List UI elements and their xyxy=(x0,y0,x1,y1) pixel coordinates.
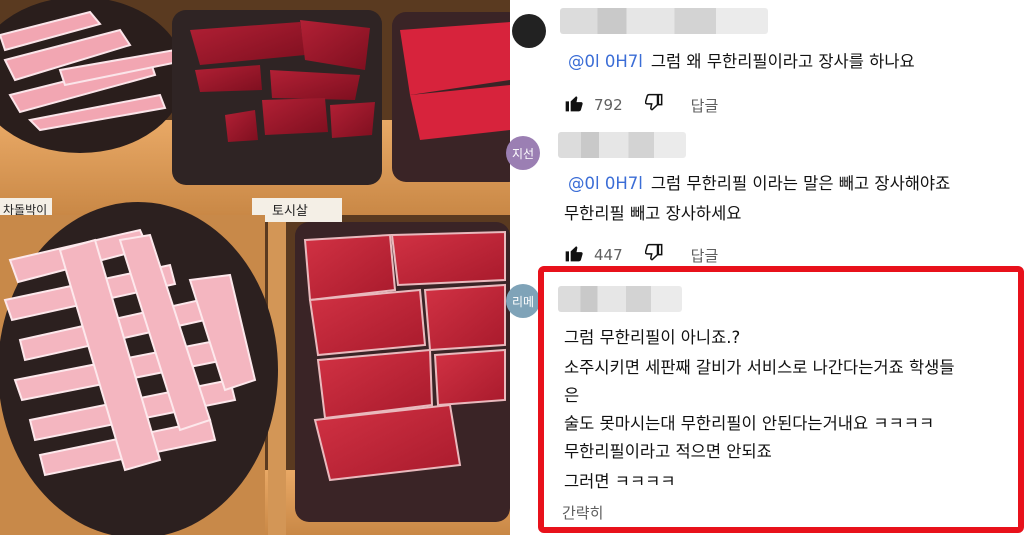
meat-photo: 차돌박이 토시살 xyxy=(0,0,510,535)
blurred-username xyxy=(558,132,686,158)
dislike-icon[interactable] xyxy=(644,243,665,267)
comment-actions: 792 답글 xyxy=(564,93,719,117)
meat-photo-drawing: 차돌박이 토시살 xyxy=(0,0,510,535)
comment-text: @0l 0H7l 그럼 무한리필 이라는 말은 빼고 장사해야죠 xyxy=(568,168,950,199)
avatar-text: 지선 xyxy=(511,146,535,161)
reply-button[interactable]: 답글 xyxy=(691,95,719,116)
comment-line: 그럼 무한리필 이라는 말은 빼고 장사해야죠 xyxy=(650,174,951,193)
mention-link[interactable]: @0l 0H7l xyxy=(568,52,643,71)
comment-line: 그럼 왜 무한리필이라고 장사를 하나요 xyxy=(650,52,915,71)
avatar xyxy=(512,14,546,48)
comment-actions: 447 답글 xyxy=(564,243,719,267)
reply-button[interactable]: 답글 xyxy=(691,245,719,266)
like-icon[interactable] xyxy=(564,93,584,117)
like-count: 447 xyxy=(594,246,623,264)
blurred-username xyxy=(560,8,768,34)
avatar-text: 리메 xyxy=(511,294,535,309)
mention-link[interactable]: @0l 0H7l xyxy=(568,174,643,193)
avatar: 리메 xyxy=(506,284,540,318)
like-count: 792 xyxy=(594,96,623,114)
comment-line: 무한리필 빼고 장사하세요 xyxy=(564,204,742,223)
avatar: 지선 xyxy=(506,136,540,170)
like-icon[interactable] xyxy=(564,243,584,267)
comment-text: @0l 0H7l 그럼 왜 무한리필이라고 장사를 하나요 xyxy=(568,46,915,77)
highlight-box xyxy=(538,266,1024,533)
comment-panel: @0l 0H7l 그럼 왜 무한리필이라고 장사를 하나요 792 답글 지선 @… xyxy=(506,0,1024,535)
label-tosisal: 토시살 xyxy=(272,204,308,219)
dislike-icon[interactable] xyxy=(644,93,665,117)
label-chadol: 차돌박이 xyxy=(3,203,47,217)
